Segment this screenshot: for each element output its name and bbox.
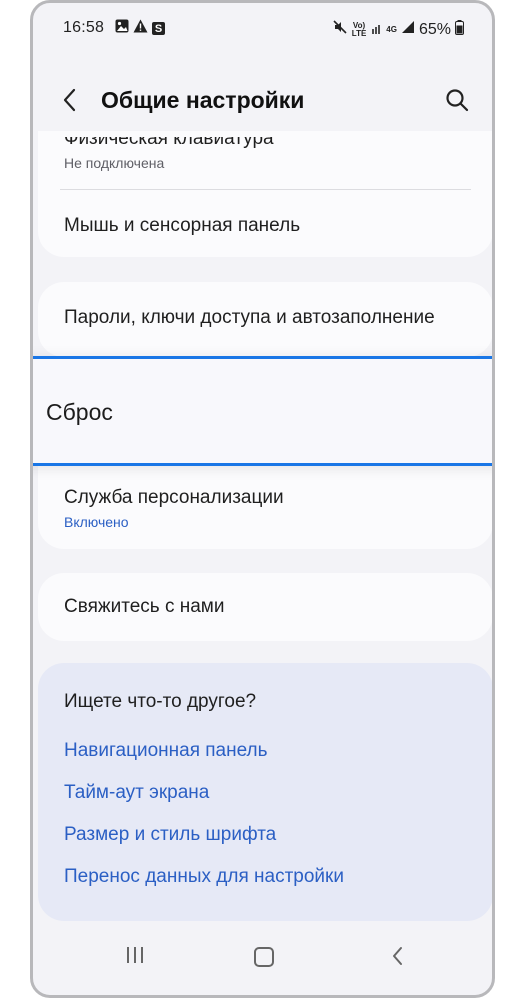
phone-screen: 16:58 S Vo) LTE 4G 65% Общие настройки Ф… <box>30 0 495 998</box>
passwords-item[interactable]: Пароли, ключи доступа и автозаполнение <box>38 282 492 357</box>
signal-icon <box>401 20 415 39</box>
input-settings-card: Физическая клавиатура Не подключена Мышь… <box>38 131 492 257</box>
nav-recents-icon[interactable] <box>127 947 143 963</box>
passwords-card: Пароли, ключи доступа и автозаполнение <box>38 282 492 357</box>
status-right-icons: Vo) LTE 4G 65% <box>332 19 464 40</box>
mouse-touchpad-item[interactable]: Мышь и сенсорная панель <box>38 191 492 257</box>
mouse-touchpad-title: Мышь и сенсорная панель <box>64 215 301 236</box>
status-bar: 16:58 S Vo) LTE 4G 65% <box>33 3 492 53</box>
s-app-icon: S <box>152 22 165 35</box>
contact-card: Свяжитесь с нами <box>38 573 492 641</box>
status-time: 16:58 <box>63 19 105 36</box>
page-title: Общие настройки <box>101 87 305 113</box>
mute-icon <box>332 19 348 40</box>
navigation-bar <box>33 935 492 995</box>
personalization-title: Служба персонализации <box>64 487 284 508</box>
app-header: Общие настройки <box>33 73 492 129</box>
status-left-icons: S <box>115 19 165 38</box>
suggestion-link-screen-timeout[interactable]: Тайм-аут экрана <box>64 782 209 804</box>
suggestions-card: Ищете что-то другое? Навигационная панел… <box>38 663 492 921</box>
network-label: 4G <box>386 24 397 34</box>
battery-icon <box>455 19 464 40</box>
personalization-item[interactable]: Служба персонализации Включено <box>38 473 492 549</box>
physical-keyboard-item[interactable]: Физическая клавиатура Не подключена <box>38 131 492 183</box>
contact-us-item[interactable]: Свяжитесь с нами <box>38 573 492 641</box>
passwords-title: Пароли, ключи доступа и автозаполнение <box>64 307 435 328</box>
suggestions-heading: Ищете что-то другое? <box>64 691 257 712</box>
suggestion-link-font-size-style[interactable]: Размер и стиль шрифта <box>64 824 276 846</box>
reset-title: Сброс <box>46 399 113 425</box>
nav-back-icon[interactable] <box>389 946 409 966</box>
suggestion-link-data-transfer[interactable]: Перенос данных для настройки <box>64 866 344 888</box>
back-chevron-icon <box>63 88 76 112</box>
search-button[interactable] <box>444 87 470 113</box>
divider <box>60 189 471 190</box>
battery-percent: 65% <box>418 20 451 38</box>
search-icon <box>446 89 469 112</box>
contact-us-title: Свяжитесь с нами <box>64 596 225 617</box>
nav-home-icon[interactable] <box>254 947 274 967</box>
image-icon <box>115 19 129 38</box>
back-button[interactable] <box>59 87 83 113</box>
wifi-icon <box>370 20 382 39</box>
volte-label: Vo) LTE <box>351 20 367 38</box>
suggestion-link-navigation-bar[interactable]: Навигационная панель <box>64 740 268 762</box>
physical-keyboard-title: Физическая клавиатура <box>64 131 274 149</box>
reset-item-highlighted[interactable]: Сброс <box>33 356 492 466</box>
warning-icon <box>133 19 148 38</box>
physical-keyboard-subtitle: Не подключена <box>64 155 165 171</box>
personalization-status: Включено <box>64 514 129 530</box>
